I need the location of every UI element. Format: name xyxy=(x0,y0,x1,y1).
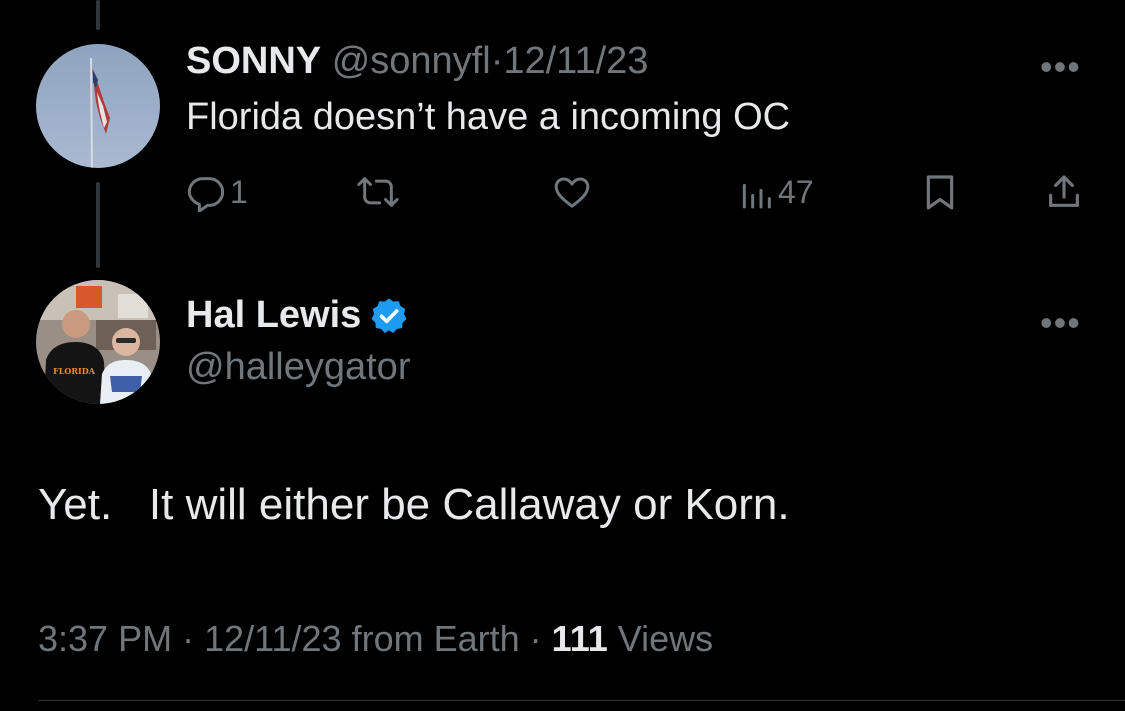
verified-badge-icon xyxy=(371,298,407,333)
tweet-meta: 3:37 PM · 12/11/23 from Earth · 111 View… xyxy=(38,618,713,660)
reply-separator: · xyxy=(490,40,504,82)
photo-avatar-icon: FLORIDA xyxy=(36,280,160,404)
thread-line-bottom xyxy=(96,182,100,268)
tweet-location: from Earth xyxy=(351,618,520,659)
retweet-icon xyxy=(357,177,399,207)
svg-text:FLORIDA: FLORIDA xyxy=(53,366,96,376)
meta-separator-2: · xyxy=(529,618,542,659)
views-count: 47 xyxy=(778,173,814,210)
reply-header: SONNY @sonnyfl·12/11/23 xyxy=(186,40,648,83)
tweet-more-button[interactable]: ••• xyxy=(1040,302,1081,344)
reply-date[interactable]: 12/11/23 xyxy=(503,40,648,82)
author-handle[interactable]: @halleygator xyxy=(186,346,410,389)
meta-separator-1: · xyxy=(182,618,195,659)
retweet-button[interactable] xyxy=(356,168,404,216)
reply-handle[interactable]: @sonnyfl xyxy=(332,40,491,82)
author-display-name[interactable]: Hal Lewis xyxy=(186,294,361,337)
bookmark-icon xyxy=(926,175,954,210)
reply-text: Florida doesn’t have a incoming OC xyxy=(186,96,791,138)
tweet-views-count[interactable]: 111 xyxy=(552,618,608,659)
share-button[interactable] xyxy=(1044,168,1084,216)
reply-button[interactable]: 1 xyxy=(186,168,248,216)
reply-more-button[interactable]: ••• xyxy=(1040,46,1081,88)
tweet-time[interactable]: 3:37 PM xyxy=(38,618,172,659)
bookmark-button[interactable] xyxy=(920,168,960,216)
flag-avatar-icon xyxy=(36,44,160,168)
share-icon xyxy=(1049,175,1079,207)
author-name-row: Hal Lewis xyxy=(186,294,409,337)
tweet-views-label: Views xyxy=(617,618,714,659)
like-button[interactable] xyxy=(552,168,596,216)
thread-line-top xyxy=(96,0,100,30)
sonny-avatar[interactable] xyxy=(36,44,160,168)
comment-icon xyxy=(187,177,225,212)
hal-lewis-avatar[interactable]: FLORIDA xyxy=(36,280,160,404)
reply-count: 1 xyxy=(230,173,248,210)
heart-icon xyxy=(554,177,590,208)
reply-display-name[interactable]: SONNY xyxy=(186,40,321,82)
views-chart-icon xyxy=(742,183,771,209)
divider xyxy=(38,700,1125,701)
views-button[interactable]: 47 xyxy=(738,168,814,216)
tweet-text: Yet. It will either be Callaway or Korn. xyxy=(38,480,790,529)
tweet-date[interactable]: 12/11/23 xyxy=(204,618,341,659)
